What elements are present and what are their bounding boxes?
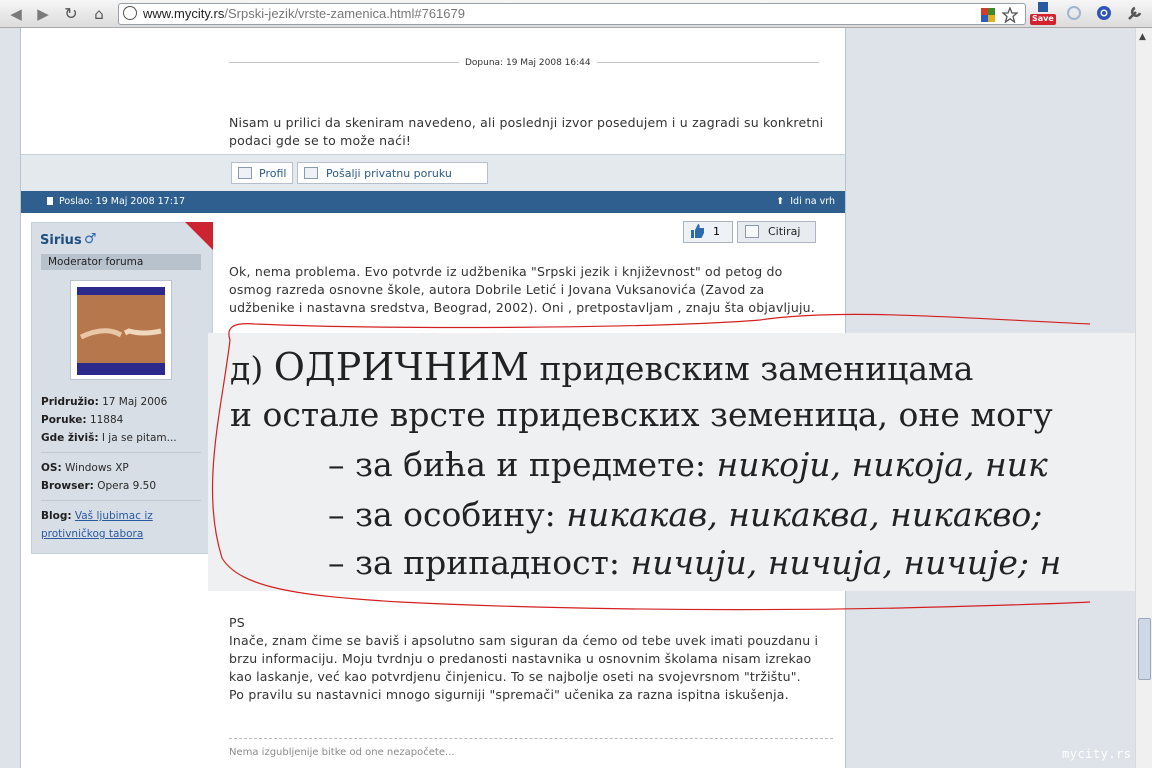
avatar[interactable]: [70, 280, 172, 380]
blog-link[interactable]: protivničkog tabora: [41, 528, 143, 540]
user-info-panel: Sirius ♂ Moderator foruma Pridružio: 17 …: [31, 222, 213, 554]
avatar-image: [77, 287, 165, 375]
save-label: Save: [1032, 14, 1054, 23]
post-header-bar: Poslao: 19 Maj 2008 17:17 ⬆ Idi na vrh: [21, 191, 845, 213]
like-count: 1: [713, 225, 720, 238]
private-message-button[interactable]: Pošalji privatnu poruku korisniku: [297, 162, 488, 202]
post-ps-line: brzu informaciju. Moju tvrdnju o predano…: [229, 651, 812, 666]
prev-post-line: Nisam u prilici da skeniram navedeno, al…: [229, 115, 824, 130]
vertical-scrollbar[interactable]: ▲: [1135, 28, 1152, 768]
reload-icon[interactable]: ↻: [61, 4, 81, 24]
blog-info: Blog: Vaš ljubimac iz: [41, 510, 153, 522]
scan-line-3: – за бића и предмете: никоји, никоја, ни…: [328, 445, 1048, 484]
location-info: Gde živiš: I ja se pitam...: [41, 432, 177, 444]
page-action-icon[interactable]: [980, 7, 996, 23]
home-icon[interactable]: ⌂: [89, 4, 109, 24]
post-body-line: Ok, nema problema. Evo potvrde iz udžben…: [229, 264, 783, 279]
globe-icon: [123, 6, 137, 20]
scan-line-5: – за припадност: ничији, ничија, ничије;…: [328, 543, 1062, 582]
quote-label: Citiraj: [768, 225, 801, 238]
post-date-text: Poslao: 19 Maj 2008 17:17: [59, 196, 186, 207]
signature-separator: [229, 738, 833, 739]
post-ps-line: kao laskanje, već kao potvrdjenu činjeni…: [229, 669, 801, 684]
profile-label: Profil: [259, 167, 287, 180]
wrench-icon[interactable]: [1126, 4, 1144, 22]
extension-target-icon[interactable]: [1095, 4, 1113, 22]
edit-note: Dopuna: 19 Maj 2008 16:44: [459, 58, 597, 68]
male-gender-icon: ♂: [84, 231, 97, 247]
browser-toolbar: ◀ ▶ ↻ ⌂ www.mycity.rs/Srpski-jezik/vrste…: [0, 0, 1152, 28]
scan-line-1: д) ОДРИЧНИМ придевским заменицама: [230, 345, 974, 389]
scan-line-2: и остале врсте придевских земеница, оне …: [230, 395, 1053, 434]
arrow-up-icon: ⬆: [776, 196, 785, 207]
scroll-up-icon[interactable]: ▲: [1139, 32, 1146, 42]
post-ps-line: PS: [229, 615, 245, 630]
post-actions-bar: Profil Pošalji privatnu poruku korisniku: [21, 154, 845, 202]
back-icon[interactable]: ◀: [6, 4, 26, 24]
username-link[interactable]: Sirius: [40, 233, 82, 248]
post-ps-line: Po pravilu su nastavnici mnogo sigurniji…: [229, 687, 789, 702]
post-doc-icon: [47, 197, 53, 205]
user-role-badge: Moderator foruma: [41, 254, 201, 270]
post-ps: PS Inače, znam čime se baviš i apsolutno…: [229, 614, 818, 704]
browser-info: Browser: Opera 9.50: [41, 480, 157, 492]
scanned-textbook-image: д) ОДРИЧНИМ придевским заменицама и оста…: [208, 333, 1136, 591]
url-text: www.mycity.rs/Srpski-jezik/vrste-zamenic…: [143, 6, 465, 21]
posts-info: Poruke: 11884: [41, 414, 124, 426]
blog-info-line2: protivničkog tabora: [41, 525, 143, 543]
info-divider: [41, 452, 201, 453]
thumbs-up-icon: [689, 223, 705, 246]
profile-button[interactable]: Profil: [231, 162, 293, 184]
scrollbar-thumb[interactable]: [1138, 618, 1151, 680]
forward-icon[interactable]: ▶: [33, 4, 53, 24]
save-extension-button[interactable]: Save: [1030, 2, 1056, 26]
extension-icon[interactable]: [1065, 4, 1083, 22]
online-corner-badge: [185, 222, 213, 250]
quote-icon: [745, 225, 759, 238]
prev-post-line: podaci gde se to može naći!: [229, 133, 412, 148]
joined-info: Pridružio: 17 Maj 2006: [41, 396, 168, 408]
go-top-label: Idi na vrh: [790, 196, 835, 207]
prev-post-text: Nisam u prilici da skeniram navedeno, al…: [229, 114, 823, 150]
address-bar[interactable]: www.mycity.rs/Srpski-jezik/vrste-zamenic…: [118, 3, 1026, 25]
go-top-link[interactable]: ⬆ Idi na vrh: [776, 191, 835, 213]
post-body: Ok, nema problema. Evo potvrde iz udžben…: [229, 263, 815, 317]
signature: Nema izgubljenije bitke od one nezapočet…: [229, 747, 455, 758]
quote-button[interactable]: Citiraj: [737, 221, 816, 243]
post-date: Poslao: 19 Maj 2008 17:17: [47, 191, 185, 213]
scan-line-4: – за особину: никакав, никаква, никакво;: [328, 495, 1043, 534]
like-button[interactable]: 1: [683, 221, 733, 243]
os-info: OS: Windows XP: [41, 462, 129, 474]
post-body-line: osmog razreda osnovne škole, autora Dobr…: [229, 282, 765, 297]
info-divider: [41, 500, 201, 501]
bookmark-star-icon[interactable]: [1001, 6, 1019, 24]
site-watermark: mycity.rs: [1062, 747, 1132, 761]
page-viewport: Dopuna: 19 Maj 2008 16:44 Nisam u prilic…: [0, 28, 1136, 768]
profile-icon: [238, 167, 252, 179]
post-ps-line: Inače, znam čime se baviš i apsolutno sa…: [229, 633, 819, 648]
post-body-line: udžbenike i nastavna sredstva, Beograd, …: [229, 300, 815, 315]
blog-link[interactable]: Vaš ljubimac iz: [75, 510, 153, 522]
envelope-icon: [304, 167, 318, 179]
